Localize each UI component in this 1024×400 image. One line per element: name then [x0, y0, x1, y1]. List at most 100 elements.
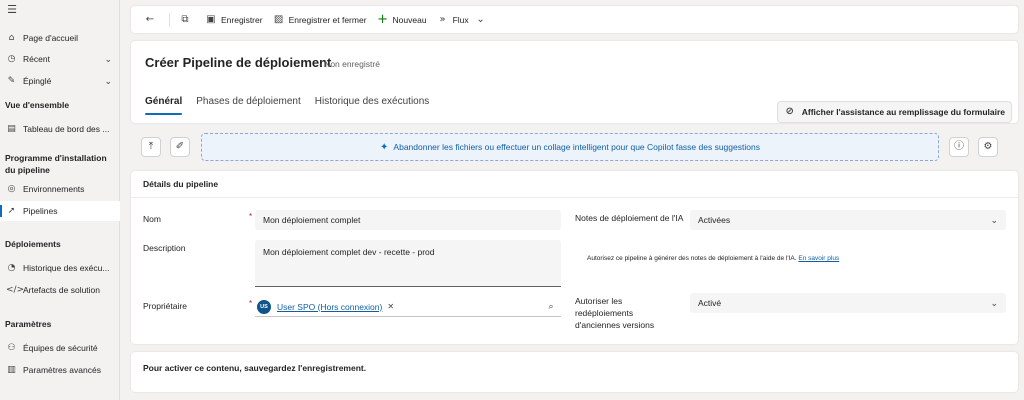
- save-to-enable-message: Pour activer ce contenu, sauvegardez l'e…: [143, 363, 367, 373]
- paste-button[interactable]: ✐: [170, 137, 190, 157]
- sidebar-item-pipelines[interactable]: ➚ Pipelines: [0, 201, 120, 221]
- open-new-window-icon: ⧉: [181, 13, 189, 25]
- sidebar-item-pinned[interactable]: ✎ Épinglé ⌄: [0, 71, 120, 91]
- name-label: Nom: [143, 214, 161, 224]
- form-tabs: Général Phases de déploiement Historique…: [145, 96, 429, 115]
- section-divider: [131, 197, 1018, 198]
- remove-owner-icon[interactable]: ✕: [387, 302, 394, 311]
- description-value: Mon déploiement complet dev - recette - …: [263, 247, 435, 257]
- save-close-label: Enregistrer et fermer: [288, 14, 367, 25]
- sidebar-item-label: Environnements: [23, 184, 85, 194]
- form-fill-assist-label: Afficher l'assistance au remplissage du …: [801, 107, 1005, 117]
- flow-icon: »: [439, 13, 446, 25]
- tab-deployment-phases[interactable]: Phases de déploiement: [196, 96, 301, 115]
- sidebar-section-install: Programme d'installation du pipeline: [5, 153, 107, 175]
- sidebar-item-label: Historique des exécu...: [23, 263, 110, 273]
- sidebar-item-security-teams[interactable]: ⚇ Équipes de sécurité: [0, 338, 120, 358]
- tab-run-history[interactable]: Historique des exécutions: [315, 96, 430, 115]
- sidebar-section-deploy: Déploiements: [5, 239, 61, 249]
- save-label: Enregistrer: [221, 14, 263, 25]
- ai-notes-hint-text: Autorisez ce pipeline à générer des note…: [587, 255, 797, 262]
- redeploy-label: Autoriser les redéploiements d'anciennes…: [575, 296, 655, 330]
- paste-icon: ✐: [175, 141, 185, 152]
- sidebar-item-artifacts[interactable]: </> Artefacts de solution: [0, 280, 120, 300]
- save-close-icon: ▨: [273, 13, 284, 25]
- history-icon: ◔: [7, 263, 16, 273]
- sidebar-item-recent[interactable]: ◷ Récent ⌄: [0, 49, 120, 69]
- sidebar-item-dashboard[interactable]: ▤ Tableau de bord des ...: [0, 119, 120, 139]
- pipeline-details-section: Détails du pipeline Nom * Mon déploiemen…: [131, 171, 1018, 344]
- sidebar-item-advanced-settings[interactable]: ▥ Paramètres avancés: [0, 360, 120, 380]
- rocket-icon: ➚: [7, 206, 16, 216]
- sidebar-item-home[interactable]: ⌂ Page d'accueil: [0, 28, 120, 48]
- sidebar-item-label: Artefacts de solution: [23, 285, 101, 295]
- dropzone-text: Abandonner les fichiers ou effectuer un …: [393, 142, 760, 152]
- settings-icon: ▥: [7, 365, 16, 375]
- required-marker: *: [249, 212, 253, 221]
- sidebar-item-environments[interactable]: ◎ Environnements: [0, 179, 120, 199]
- section-title: Détails du pipeline: [143, 179, 219, 189]
- pin-icon: ✎: [7, 76, 16, 86]
- hamburger-menu-icon[interactable]: ☰: [6, 4, 18, 16]
- back-button[interactable]: ←: [139, 10, 165, 30]
- owner-link[interactable]: User SPO (Hors connexion): [277, 302, 382, 312]
- save-status: - Non enregistré: [319, 59, 380, 69]
- copilot-icon: ⚙: [983, 141, 993, 152]
- avatar: US: [257, 299, 271, 314]
- globe-icon: ◎: [7, 184, 16, 194]
- save-button[interactable]: ▣ Enregistrer: [200, 10, 268, 30]
- sidebar-item-run-history[interactable]: ◔ Historique des exécu...: [0, 258, 120, 278]
- description-field[interactable]: Mon déploiement complet dev - recette - …: [255, 240, 561, 287]
- info-icon: ⓘ: [954, 141, 964, 152]
- search-icon[interactable]: ⌕: [545, 301, 557, 313]
- chevron-down-icon: ⌄: [990, 214, 998, 225]
- save-close-button[interactable]: ▨ Enregistrer et fermer: [268, 10, 372, 30]
- sidebar-item-label: Équipes de sécurité: [23, 343, 98, 353]
- sidebar-item-label: Paramètres avancés: [23, 365, 101, 375]
- new-label: Nouveau: [392, 14, 427, 25]
- plus-icon: +: [377, 11, 388, 27]
- flow-label: Flux: [452, 14, 469, 25]
- form-fill-assist-button[interactable]: ⊘ Afficher l'assistance au remplissage d…: [776, 101, 1012, 123]
- dashboard-icon: ▤: [7, 124, 16, 134]
- form-header: Créer Pipeline de déploiement - Non enre…: [131, 41, 1018, 123]
- redeploy-value: Activé: [698, 298, 722, 308]
- sidebar-section-overview: Vue d'ensemble: [5, 100, 70, 110]
- ai-notes-hint: Autorisez ce pipeline à générer des note…: [587, 255, 839, 262]
- info-button[interactable]: ⓘ: [949, 137, 969, 157]
- owner-lookup[interactable]: US User SPO (Hors connexion) ✕ ⌕: [255, 297, 561, 317]
- toolbar-divider: [169, 12, 170, 27]
- sidebar-nav: ☰ ⌂ Page d'accueil ◷ Récent ⌄ ✎ Épinglé …: [0, 0, 120, 400]
- chevron-down-icon: ⌄: [104, 75, 112, 86]
- flow-button[interactable]: » Flux ⌄: [432, 10, 496, 30]
- team-icon: ⚇: [7, 343, 16, 353]
- sidebar-item-label: Tableau de bord des ...: [23, 124, 110, 134]
- new-button[interactable]: + Nouveau: [372, 10, 432, 30]
- sidebar-item-label: Page d'accueil: [23, 33, 79, 43]
- open-new-window-button[interactable]: ⧉: [174, 10, 200, 30]
- sidebar-item-label: Pipelines: [23, 206, 58, 216]
- save-icon: ▣: [206, 13, 216, 25]
- copilot-dropzone[interactable]: ✦ Abandonner les fichiers ou effectuer u…: [201, 133, 939, 161]
- upload-icon: ⤒: [148, 141, 154, 152]
- copilot-settings-button[interactable]: ⚙: [978, 137, 998, 157]
- redeploy-select[interactable]: Activé ⌄: [690, 293, 1006, 313]
- name-value: Mon déploiement complet: [263, 215, 361, 225]
- home-icon: ⌂: [8, 33, 15, 43]
- chevron-down-icon: ⌄: [476, 13, 485, 25]
- ai-notes-value: Activées: [698, 215, 731, 225]
- name-field[interactable]: Mon déploiement complet: [255, 210, 561, 230]
- upload-button[interactable]: ⤒: [141, 137, 161, 157]
- eye-off-icon: ⊘: [785, 106, 794, 117]
- ai-notes-select[interactable]: Activées ⌄: [690, 210, 1006, 230]
- clock-icon: ◷: [7, 54, 16, 64]
- learn-more-link[interactable]: En savoir plus: [798, 255, 839, 262]
- sidebar-section-params: Paramètres: [5, 319, 52, 329]
- ai-notes-label: Notes de déploiement de l'IA: [575, 213, 684, 223]
- chevron-down-icon: ⌄: [104, 53, 112, 64]
- command-bar: ← ⧉ ▣ Enregistrer ▨ Enregistrer et ferme…: [131, 6, 1018, 33]
- description-label: Description: [143, 243, 186, 253]
- chevron-down-icon: ⌄: [990, 297, 998, 308]
- tab-general[interactable]: Général: [145, 96, 183, 115]
- sparkle-icon: ✦: [380, 141, 389, 153]
